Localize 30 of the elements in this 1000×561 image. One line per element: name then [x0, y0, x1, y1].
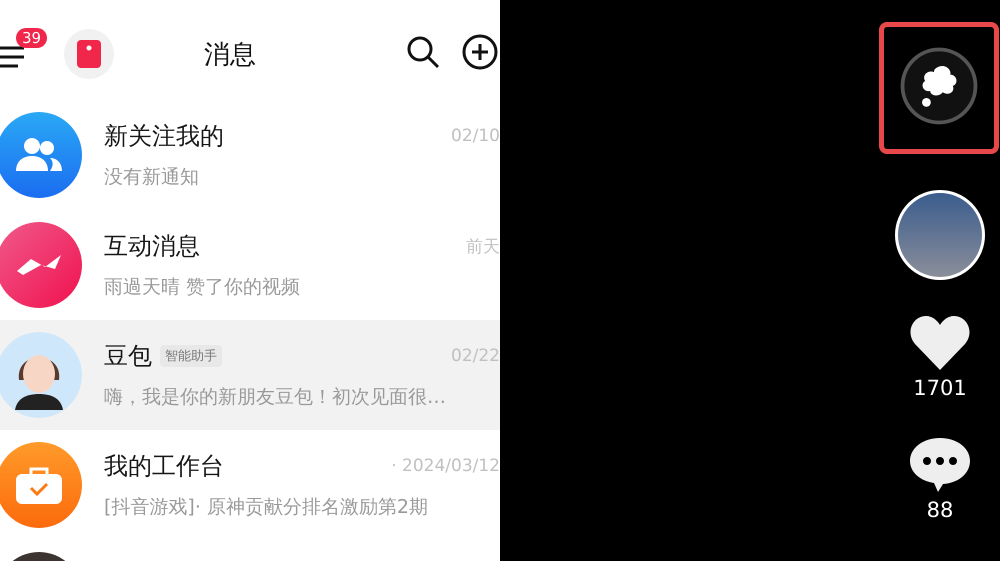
action-count: 88 [926, 498, 954, 522]
message-preview: 雨過天晴 赞了你的视频 [104, 275, 302, 300]
assistant-tag: 智能助手 [160, 345, 222, 367]
zigzag-icon [15, 253, 63, 277]
message-preview: 没有新通知 [104, 165, 200, 190]
notification-badge: 39 [16, 28, 48, 48]
message-time: · 2024/03/12 [391, 456, 500, 476]
thought-bubble-icon [900, 47, 978, 125]
app-button[interactable] [64, 29, 114, 79]
menu-icon[interactable] [0, 46, 24, 68]
contact-name: 互动消息 [104, 231, 200, 262]
contact-name: 新关注我的 [104, 121, 224, 152]
people-icon [16, 137, 62, 173]
message-preview: [抖音游戏]· 原神贡献分排名激励第2期 [104, 495, 429, 520]
speech-bubble-icon [909, 436, 971, 492]
search-icon[interactable] [406, 35, 440, 69]
conversation-row[interactable]: 互动消息 前天 雨過天晴 赞了你的视频 [0, 210, 500, 320]
page-title: 消息 [203, 38, 257, 72]
action-count: 1701 [913, 376, 967, 400]
message-preview: 嗨，我是你的新朋友豆包！初次见面很… [104, 385, 447, 410]
conversation-row[interactable]: 新关注我的 02/10 没有新通知 [0, 100, 500, 210]
bookmark-icon [77, 40, 101, 68]
contact-name: 豆包 [104, 341, 152, 372]
briefcase-icon [16, 466, 62, 504]
heart-icon [910, 316, 970, 370]
add-icon[interactable] [462, 34, 498, 70]
contact-name: 我的工作台 [104, 451, 224, 482]
conversation-row[interactable]: 我的工作台 · 2024/03/12 [抖音游戏]· 原神贡献分排名激励第2期 [0, 430, 500, 540]
message-time: 前天 [466, 236, 500, 258]
message-time: 02/10 [451, 126, 500, 146]
